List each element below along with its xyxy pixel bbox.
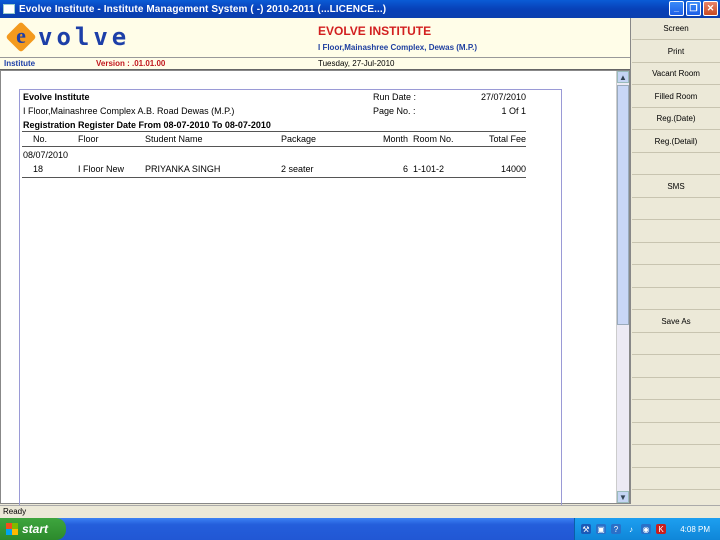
panel-button-save-as[interactable]: Save As bbox=[632, 310, 720, 333]
panel-button-screen[interactable]: Screen bbox=[632, 18, 720, 40]
panel-button-empty[interactable] bbox=[632, 243, 720, 265]
cell-student-name: PRIYANKA SINGH bbox=[145, 164, 221, 174]
col-no: No. bbox=[33, 134, 48, 144]
cell-package: 2 seater bbox=[281, 164, 314, 174]
panel-button-empty[interactable] bbox=[632, 333, 720, 355]
tray-network-icon[interactable]: ▣ bbox=[596, 524, 606, 534]
panel-button-empty[interactable] bbox=[632, 423, 720, 445]
report-org-name: Evolve Institute bbox=[23, 92, 90, 102]
panel-button-empty[interactable] bbox=[632, 265, 720, 288]
panel-button-empty[interactable] bbox=[632, 153, 720, 175]
panel-button-reg-detail[interactable]: Reg.(Detail) bbox=[632, 130, 720, 153]
panel-button-empty[interactable] bbox=[632, 288, 720, 310]
evolve-logo: e volve bbox=[5, 21, 131, 53]
group-date: 08/07/2010 bbox=[23, 150, 69, 160]
start-button[interactable]: start bbox=[0, 518, 66, 540]
taskbar: start ⚒ ▣ ? ♪ ◉ K 4:08 PM bbox=[0, 518, 720, 540]
tray-security-icon[interactable]: ◉ bbox=[641, 524, 651, 534]
cell-floor: I Floor New bbox=[78, 164, 125, 174]
run-date-value: 27/07/2010 bbox=[480, 92, 526, 102]
run-date-label: Run Date : bbox=[373, 92, 417, 102]
panel-button-filled-room[interactable]: Filled Room bbox=[632, 85, 720, 108]
col-total-fee: Total Fee bbox=[488, 134, 526, 144]
panel-button-empty[interactable] bbox=[632, 378, 720, 400]
report-page: Evolve Institute I Floor,Mainashree Comp… bbox=[19, 89, 562, 509]
logo-text: volve bbox=[38, 23, 131, 51]
window-controls: _ ❐ ✕ bbox=[669, 1, 718, 16]
column-divider bbox=[22, 146, 526, 147]
app-header: e volve EVOLVE INSTITUTE I Floor,Mainash… bbox=[0, 18, 630, 58]
maximize-button[interactable]: ❐ bbox=[686, 1, 701, 16]
tray-speaker-icon[interactable]: ♪ bbox=[626, 524, 636, 534]
cell-no: 18 bbox=[33, 164, 44, 174]
report-org-address: I Floor,Mainashree Complex A.B. Road Dew… bbox=[23, 106, 235, 116]
status-text: Ready bbox=[3, 507, 27, 516]
cell-total-fee: 14000 bbox=[500, 164, 526, 174]
panel-button-empty[interactable] bbox=[632, 445, 720, 468]
col-student-name: Student Name bbox=[145, 134, 203, 144]
panel-button-empty[interactable] bbox=[632, 198, 720, 220]
info-bar: Institute Version : .01.01.00 Tuesday, 2… bbox=[0, 58, 630, 70]
page-no-label: Page No. : bbox=[373, 106, 416, 116]
tray-tool-icon[interactable]: ⚒ bbox=[581, 524, 591, 534]
panel-button-sms[interactable]: SMS bbox=[632, 175, 720, 198]
page-no-value: 1 Of 1 bbox=[501, 106, 526, 116]
tray-antivirus-icon[interactable]: K bbox=[656, 524, 666, 534]
report-viewer[interactable]: Evolve Institute I Floor,Mainashree Comp… bbox=[0, 70, 630, 509]
vertical-scrollbar[interactable]: ▲ ▼ bbox=[616, 71, 629, 503]
header-divider bbox=[22, 131, 526, 132]
action-panel: Screen Print Vacant Room Filled Room Reg.(Da… bbox=[630, 18, 720, 504]
institute-name: EVOLVE INSTITUTE bbox=[318, 24, 432, 38]
panel-button-print[interactable]: Print bbox=[632, 40, 720, 63]
scroll-up-icon[interactable]: ▲ bbox=[617, 71, 629, 83]
app-icon bbox=[3, 4, 15, 14]
tray-help-icon[interactable]: ? bbox=[611, 524, 621, 534]
window-title-bar[interactable]: Evolve Institute - Institute Management … bbox=[0, 0, 720, 18]
col-month: Month bbox=[382, 134, 408, 144]
system-tray: ⚒ ▣ ? ♪ ◉ K 4:08 PM bbox=[574, 518, 720, 540]
cell-room-no: 1-101-2 bbox=[413, 164, 445, 174]
window-title: Evolve Institute - Institute Management … bbox=[19, 3, 387, 15]
col-package: Package bbox=[281, 134, 317, 144]
institute-address: I Floor,Mainashree Complex, Dewas (M.P.) bbox=[318, 43, 478, 52]
close-button[interactable]: ✕ bbox=[703, 1, 718, 16]
current-date: Tuesday, 27-Jul-2010 bbox=[318, 59, 395, 68]
panel-button-empty[interactable] bbox=[632, 400, 720, 423]
windows-logo-icon bbox=[6, 523, 18, 535]
panel-button-empty[interactable] bbox=[632, 220, 720, 243]
start-label: start bbox=[22, 522, 49, 536]
scroll-down-icon[interactable]: ▼ bbox=[617, 491, 629, 503]
module-label: Institute bbox=[4, 59, 36, 68]
panel-button-empty[interactable] bbox=[632, 468, 720, 490]
cell-month: 6 bbox=[402, 164, 408, 174]
taskbar-clock: 4:08 PM bbox=[680, 524, 710, 534]
version-label: Version : .01.01.00 bbox=[96, 59, 166, 68]
report-title: Registration Register Date From 08-07-20… bbox=[23, 120, 271, 130]
panel-button-empty[interactable] bbox=[632, 355, 720, 378]
status-bar: Ready bbox=[0, 505, 720, 518]
logo-mark-icon: e bbox=[5, 21, 37, 53]
panel-button-vacant-room[interactable]: Vacant Room bbox=[632, 63, 720, 85]
scroll-thumb[interactable] bbox=[617, 85, 629, 325]
minimize-button[interactable]: _ bbox=[669, 1, 684, 16]
col-floor: Floor bbox=[78, 134, 99, 144]
row-divider bbox=[22, 177, 526, 178]
col-room-no: Room No. bbox=[413, 134, 454, 144]
panel-button-reg-date[interactable]: Reg.(Date) bbox=[632, 108, 720, 130]
